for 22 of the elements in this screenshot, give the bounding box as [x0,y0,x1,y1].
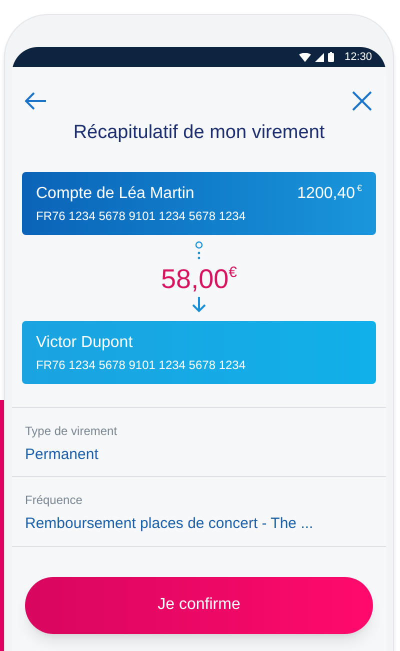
field-value: Permanent [25,444,100,464]
account-name: Compte de Léa Martin [36,184,194,204]
wifi-icon [299,52,312,62]
close-button[interactable] [350,89,374,113]
page-title: Récapitulatif de mon virement [72,121,326,145]
transfer-amount: 58,00€ [161,262,237,294]
signal-icon [315,52,324,62]
close-icon [352,91,372,111]
confirm-button[interactable]: Je confirme [25,576,373,634]
field-label: Fréquence [25,492,84,509]
field-label: Type de virement [25,422,118,440]
down-arrow-icon [192,296,206,312]
back-arrow-icon [25,92,47,110]
account-iban: FR76 1234 5678 9101 1234 5678 1234 [36,208,247,224]
field-value: Remboursement places de concert - The ... [25,514,314,534]
account-balance: 1200,40€ [297,182,362,204]
recipient-account-card[interactable]: Victor Dupont FR76 1234 5678 9101 1234 5678 1234 [22,320,376,384]
recipient-iban: FR76 1234 5678 9101 1234 5678 1234 [36,356,247,374]
recipient-name: Victor Dupont [36,332,134,352]
status-time: 12:30 [344,50,372,65]
source-account-card[interactable]: Compte de Léa Martin 1200,40€ FR76 1234 5678 9101 1234 5678 1234 [22,172,376,234]
battery-icon [328,52,334,62]
